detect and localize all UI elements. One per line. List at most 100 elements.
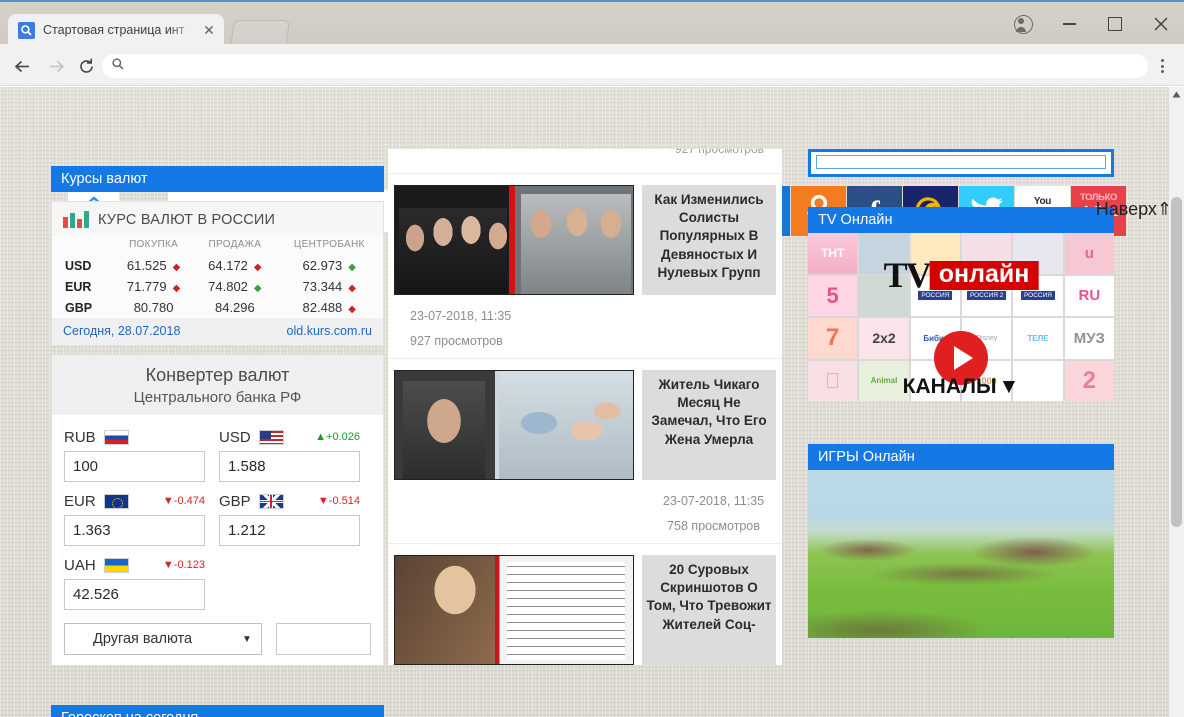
currency-rates-widget: КУРС ВАЛЮТ В РОССИИ ПОКУПКА ПРОДАЖА ЦЕНТ… — [51, 201, 384, 346]
reload-button[interactable] — [74, 54, 98, 78]
delta-gbp: ▼-0.514 — [317, 495, 360, 507]
converter-row-3: UAH ▼-0.123 — [64, 555, 371, 610]
bar-chart-icon — [63, 211, 89, 228]
table-row: GBP 80.780 84.296 82.488 ◆ — [52, 297, 383, 318]
news-thumbnail-chicago[interactable] — [394, 370, 634, 480]
tv-channel-tile[interactable]: 7 — [808, 318, 858, 359]
news-item[interactable]: 20 Суровых Скриншотов О Том, Что Тревожи… — [388, 543, 782, 665]
col-currency — [52, 235, 113, 255]
tv-channel-tile[interactable]: u — [1064, 233, 1114, 274]
forward-button — [44, 54, 68, 78]
cell-sell: 74.802 ◆ — [208, 279, 262, 294]
tv-channel-tile[interactable] — [1013, 360, 1063, 401]
chevron-down-icon: ▼ — [242, 633, 252, 645]
close-window-button[interactable] — [1138, 2, 1184, 46]
tv-channel-tile[interactable] — [808, 360, 858, 401]
news-views: 758 просмотров — [667, 519, 760, 533]
tv-channel-tile[interactable]: 2x2 — [859, 318, 909, 359]
minimize-button[interactable] — [1046, 2, 1092, 46]
currency-code: RUB — [64, 428, 96, 446]
other-currency-label: Другая валюта — [93, 631, 193, 647]
table-header-row: ПОКУПКА ПРОДАЖА ЦЕНТРОБАНК — [52, 235, 383, 255]
converter-input-usd[interactable] — [219, 451, 360, 482]
converter-field-uah: UAH ▼-0.123 — [64, 555, 205, 610]
back-to-top-link[interactable]: Наверх⇑ — [1096, 199, 1172, 220]
browser-titlebar: Стартовая страница инт ✕ — [0, 0, 1184, 48]
tv-channel-tile[interactable]: 5 — [808, 275, 858, 316]
converter-input-gbp[interactable] — [219, 515, 360, 546]
cell-buy: 80.780 — [133, 300, 174, 315]
cell-buy: 71.779 ◆ — [126, 279, 181, 294]
other-currency-input[interactable] — [275, 623, 371, 655]
profile-icon[interactable] — [1000, 2, 1046, 46]
maximize-button[interactable] — [1092, 2, 1138, 46]
browser-menu-icon[interactable] — [1150, 54, 1174, 78]
news-title[interactable]: 20 Суровых Скриншотов О Том, Что Тревожи… — [642, 555, 776, 665]
trend-up-icon: ◆ — [348, 262, 356, 273]
converter-select-row: Другая валюта ▼ — [64, 623, 371, 655]
news-item[interactable]: Житель Чикаго Месяц Не Замечал, Что Его … — [388, 358, 782, 543]
tv-channel-tile[interactable]: ТЕЛЕ — [1013, 318, 1063, 359]
news-thumbnail-screenshots[interactable] — [394, 555, 634, 665]
browser-tab[interactable]: Стартовая страница инт ✕ — [8, 14, 224, 46]
address-bar[interactable] — [102, 54, 1148, 78]
rates-date: Сегодня, 28.07.2018 — [63, 324, 181, 338]
rates-source-link[interactable]: old.kurs.com.ru — [287, 324, 372, 338]
back-button[interactable] — [10, 54, 34, 78]
currency-rates-table: ПОКУПКА ПРОДАЖА ЦЕНТРОБАНК USD 61.525 ◆ 6… — [52, 235, 383, 318]
tv-online-badge: онлайн — [929, 260, 1039, 290]
tv-channel-tile[interactable]: 2 — [1064, 360, 1114, 401]
panel-title-tv-online: TV Онлайн — [808, 207, 1114, 233]
tv-channels-button[interactable]: КАНАЛЫ ▼ — [903, 375, 1020, 399]
panel-title-horoscope: Гороскоп на сегодня — [51, 705, 384, 717]
trend-down-icon: ◆ — [348, 283, 356, 294]
trend-down-icon: ◆ — [348, 304, 356, 315]
trend-down-icon: ◆ — [253, 262, 262, 273]
cell-currency: EUR — [65, 279, 92, 294]
browser-window: Стартовая страница инт ✕ You ТОЛЬКО Курс… — [0, 0, 1184, 717]
news-title[interactable]: Как Изменились Солисты Популярных В Девя… — [642, 185, 776, 295]
page-scrollbar[interactable] — [1169, 87, 1184, 717]
scrollbar-up-arrow[interactable] — [1169, 87, 1184, 102]
tab-close-icon[interactable]: ✕ — [200, 21, 218, 39]
converter-input-rub[interactable] — [64, 451, 205, 482]
tv-channel-tile[interactable]: RU — [1064, 275, 1114, 316]
tv-channel-tile[interactable]: Animal — [859, 360, 909, 401]
tv-channel-tile[interactable]: МУЗ — [1064, 318, 1114, 359]
news-title[interactable]: Житель Чикаго Месяц Не Замечал, Что Его … — [642, 370, 776, 480]
trend-down-icon: ◆ — [172, 283, 181, 294]
col-buy: ПОКУПКА — [129, 239, 179, 250]
converter-row-2: EUR ▼-0.474 GBP — [64, 491, 371, 546]
cell-cb: 82.488 ◆ — [302, 300, 356, 315]
horoscope-panel: Гороскоп на сегодня — [51, 705, 384, 717]
scrollbar-thumb[interactable] — [1171, 197, 1182, 527]
converter-input-eur[interactable] — [64, 515, 205, 546]
flag-ua-icon — [103, 557, 129, 573]
right-column: TV Онлайн ТНТ u 5 РОССИЯ РОССИЯ 2 РОССИЯ… — [808, 149, 1114, 638]
news-thumbnail-bands[interactable] — [394, 185, 634, 295]
tv-channels-grid[interactable]: ТНТ u 5 РОССИЯ РОССИЯ 2 РОССИЯ RU 7 2x2 … — [808, 233, 1114, 401]
currency-code: EUR — [64, 492, 96, 510]
col-cb: ЦЕНТРОБАНК — [293, 239, 365, 250]
panel-title-currency-rates: Курсы валют — [51, 166, 384, 192]
games-banner-image[interactable] — [808, 470, 1114, 638]
flag-gb-icon — [258, 493, 284, 509]
page-viewport: Поиск f — [0, 87, 1184, 717]
trend-down-icon: ◆ — [172, 262, 181, 273]
cell-sell: 84.296 — [214, 300, 255, 315]
tv-channels-label: КАНАЛЫ — [902, 375, 997, 398]
converter-field-gbp: GBP ▼-0.514 — [219, 491, 360, 546]
chevron-down-icon: ▼ — [998, 375, 1020, 398]
cell-buy: 61.525 ◆ — [126, 258, 181, 273]
center-column-news: 927 просмотров Как Изменились Солисты По… — [388, 149, 782, 665]
cell-sell: 64.172 ◆ — [208, 258, 262, 273]
currency-rates-footer: Сегодня, 28.07.2018 old.kurs.com.ru — [52, 318, 383, 345]
news-item[interactable]: Как Изменились Солисты Популярных В Девя… — [388, 173, 782, 358]
converter-input-uah[interactable] — [64, 579, 205, 610]
news-meta: 23-07-2018, 11:35 927 просмотров — [388, 295, 782, 358]
converter-header: Конвертер валют Центрального банка РФ — [52, 355, 383, 415]
other-currency-select[interactable]: Другая валюта ▼ — [64, 623, 262, 655]
news-strip-partial: 927 просмотров — [388, 149, 782, 173]
news-meta: 23-07-2018, 11:35 758 просмотров — [388, 480, 782, 543]
tv-channel-tile[interactable]: ТНТ — [808, 233, 858, 274]
